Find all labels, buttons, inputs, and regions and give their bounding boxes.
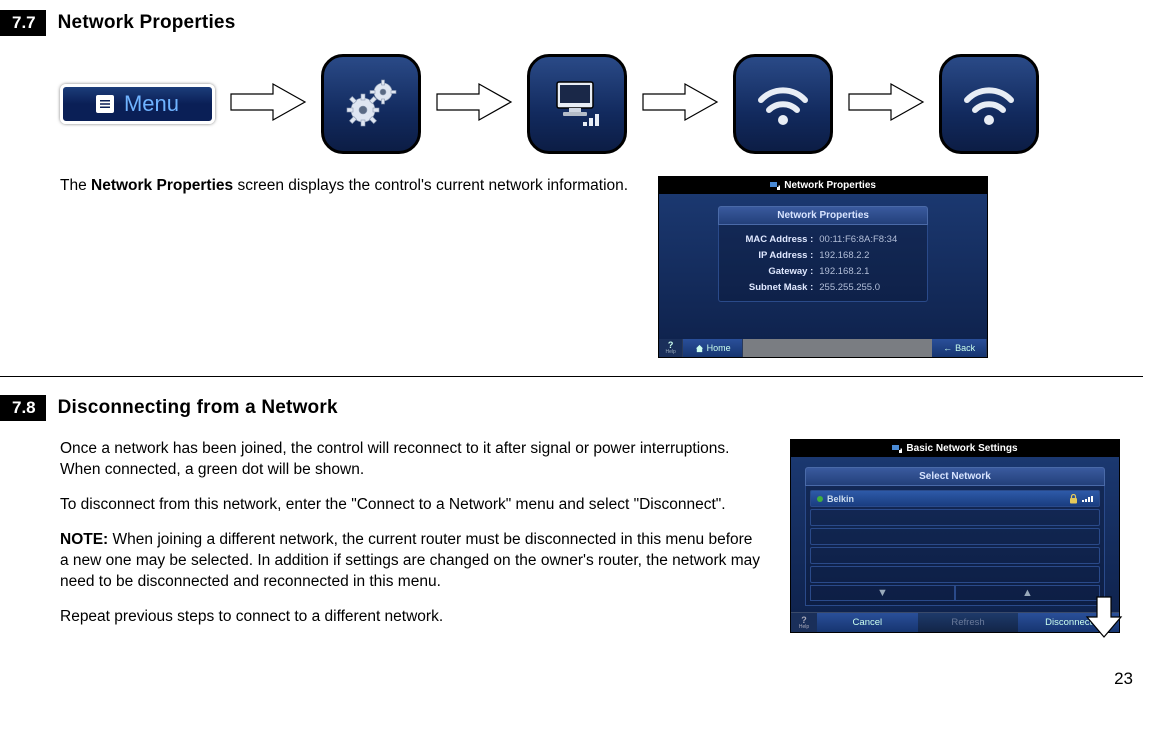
network-tile[interactable]: [527, 54, 627, 154]
scr-title-bar: Basic Network Settings: [791, 440, 1119, 457]
property-row: IP Address :192.168.2.2: [727, 247, 919, 263]
pointer-arrow-icon: [1084, 595, 1124, 639]
monitor-mini-icon: [770, 182, 780, 190]
signal-icon: [1082, 495, 1093, 502]
monitor-signal-icon: [545, 72, 609, 136]
section-title: Network Properties: [58, 12, 236, 34]
network-properties-screenshot: Network Properties Network Properties MA…: [658, 176, 988, 358]
section-title: Disconnecting from a Network: [58, 397, 338, 419]
cancel-button[interactable]: Cancel: [817, 612, 918, 632]
property-row: MAC Address :00:11:F6:8A:F8:34: [727, 231, 919, 247]
arrow-icon: [435, 80, 513, 129]
network-row-selected[interactable]: Belkin: [810, 490, 1100, 507]
section-header-7-7: 7.7 Network Properties: [0, 10, 1143, 36]
refresh-button[interactable]: Refresh: [918, 612, 1019, 632]
select-network-screenshot: Basic Network Settings Select Network Be…: [790, 439, 1120, 633]
arrow-icon: [229, 80, 307, 129]
page-number: 23: [0, 659, 1143, 689]
properties-panel: MAC Address :00:11:F6:8A:F8:34 IP Addres…: [718, 225, 928, 302]
scr-footer: ?Help Home ←Back: [659, 339, 987, 357]
scroll-down-button[interactable]: ▼: [810, 585, 955, 601]
section-header-7-8: 7.8 Disconnecting from a Network: [0, 395, 1143, 421]
wifi-tile[interactable]: [733, 54, 833, 154]
scr-footer: ?Help Cancel Refresh Disconnect: [791, 612, 1119, 632]
network-row[interactable]: [810, 528, 1100, 545]
property-row: Gateway :192.168.2.1: [727, 263, 919, 279]
network-row[interactable]: [810, 509, 1100, 526]
section-number: 7.8: [0, 395, 46, 421]
property-row: Subnet Mask :255.255.255.0: [727, 279, 919, 295]
list-nav: ▼ ▲: [810, 585, 1100, 601]
section-divider: [0, 376, 1143, 377]
menu-list-icon: [96, 95, 114, 113]
section-number: 7.7: [0, 10, 46, 36]
settings-tile[interactable]: [321, 54, 421, 154]
panel-header: Select Network: [805, 467, 1105, 486]
wifi-icon: [751, 72, 815, 136]
menu-button[interactable]: Menu: [60, 84, 215, 124]
gears-icon: [339, 72, 403, 136]
section-78-body: Once a network has been joined, the cont…: [60, 439, 760, 641]
monitor-mini-icon: [892, 445, 902, 453]
home-button[interactable]: Home: [683, 339, 743, 357]
network-list: Belkin ▼ ▲: [805, 486, 1105, 606]
lock-icon: [1069, 494, 1078, 504]
menu-label: Menu: [124, 91, 179, 117]
help-button[interactable]: ?Help: [791, 612, 817, 632]
back-button[interactable]: ←Back: [932, 339, 987, 357]
section-77-body: The Network Properties screen displays t…: [60, 176, 628, 211]
home-icon: [695, 344, 704, 353]
scroll-up-button[interactable]: ▲: [955, 585, 1100, 601]
connected-dot-icon: [817, 496, 823, 502]
scr-title-bar: Network Properties: [659, 177, 987, 194]
wifi-info-tile[interactable]: [939, 54, 1039, 154]
navigation-flow: Menu: [0, 54, 1143, 154]
help-button[interactable]: ?Help: [659, 339, 683, 357]
network-row[interactable]: [810, 566, 1100, 583]
arrow-icon: [847, 80, 925, 129]
network-row[interactable]: [810, 547, 1100, 564]
wifi-icon: [957, 72, 1021, 136]
arrow-icon: [641, 80, 719, 129]
panel-header: Network Properties: [718, 206, 928, 225]
